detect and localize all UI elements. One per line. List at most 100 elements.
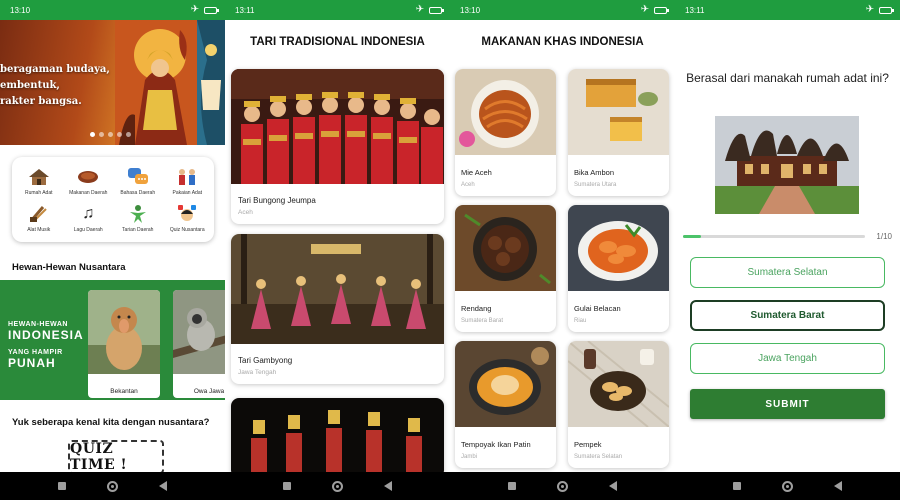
battery-icon — [429, 6, 444, 14]
food-region: Aceh — [461, 182, 475, 188]
quiz-time-banner[interactable]: QUIZ TIME ! — [68, 440, 164, 474]
quiz-progress-label: 1/10 — [876, 232, 892, 241]
fauna-section-title: Hewan-Hewan Nusantara — [12, 262, 126, 273]
back-icon[interactable] — [608, 481, 617, 491]
menu-item-rumah-adat[interactable]: Rumah Adat — [14, 162, 64, 200]
fauna-carousel[interactable]: HEWAN-HEWAN INDONESIA YANG HAMPIR PUNAH … — [0, 280, 225, 400]
dance-card[interactable] — [231, 398, 444, 478]
submit-button[interactable]: SUBMIT — [690, 389, 885, 419]
carousel-dot[interactable] — [99, 132, 104, 137]
back-icon[interactable] — [383, 481, 392, 491]
music-instrument-icon — [28, 203, 50, 225]
tari-bungong-jeumpa-image — [231, 69, 444, 184]
music-note-icon: ♫ — [82, 205, 95, 223]
hero-line-2: embentuk, — [0, 80, 60, 91]
fauna-name: Bekantan — [110, 387, 138, 395]
back-icon[interactable] — [158, 481, 167, 491]
gulai-belacan-image — [568, 205, 669, 291]
rumah-gadang-image — [715, 116, 859, 214]
dance-card[interactable]: Tari Bungong Jeumpa Aceh — [231, 69, 444, 224]
food-card[interactable]: Tempoyak Ikan Patin Jambi — [455, 341, 556, 468]
back-icon[interactable] — [833, 481, 842, 491]
food-region: Jambi — [461, 454, 478, 460]
food-card[interactable]: Gulai Belacan Riau — [568, 205, 669, 332]
menu-item-bahasa-daerah[interactable]: Bahasa Daerah — [113, 162, 163, 200]
home-icon[interactable] — [556, 480, 568, 492]
quiz-progress-bar — [683, 235, 865, 238]
house-icon — [28, 166, 50, 188]
food-name: Pempek — [574, 440, 602, 449]
culture-illustration — [115, 20, 225, 145]
menu-label: Rumah Adat — [24, 189, 53, 196]
menu-item-pakaian-adat[interactable]: Pakaian Adat — [163, 162, 213, 200]
menu-label: Pakaian Adat — [172, 189, 202, 196]
dance-image — [231, 398, 444, 478]
fauna-card[interactable]: Owa Jawa — [173, 290, 225, 398]
food-name: Rendang — [461, 304, 492, 313]
recent-apps-icon[interactable] — [58, 482, 67, 490]
food-list-screen: 13:10 ✈ MAKANAN KHAS INDONESIA Mie Aceh … — [450, 0, 675, 500]
carousel-dot[interactable] — [117, 132, 122, 137]
mie-aceh-image — [455, 69, 556, 155]
quiz-screen: 13:11 ✈ Berasal dari manakah rumah adat … — [675, 0, 900, 500]
carousel-dot[interactable] — [108, 132, 113, 137]
menu-item-alat-musik[interactable]: Alat Musik — [14, 200, 64, 238]
carousel-dot[interactable] — [126, 132, 131, 137]
android-nav-bar — [675, 472, 900, 500]
rendang-image — [455, 205, 556, 291]
dance-name: Tari Gambyong — [238, 356, 293, 365]
hero-tagline: beragaman budaya, embentuk, rakter bangs… — [0, 62, 110, 110]
recent-apps-icon[interactable] — [508, 482, 517, 490]
menu-label: Makanan Daerah — [69, 189, 108, 196]
fauna-banner-line: PUNAH — [8, 356, 56, 370]
fauna-card[interactable]: Bekantan — [88, 290, 160, 398]
answer-option-sumatera-barat[interactable]: Sumatera Barat — [690, 300, 885, 331]
quiz-question: Berasal dari manakah rumah adat ini? — [686, 71, 889, 85]
menu-label: Tarian Daerah — [122, 227, 154, 234]
dance-list-screen: 13:11 ✈ TARI TRADISIONAL INDONESIA Tari … — [225, 0, 450, 500]
food-card[interactable]: Pempek Sumatera Selatan — [568, 341, 669, 468]
menu-label: Quiz Nusantara — [169, 227, 205, 234]
recent-apps-icon[interactable] — [283, 482, 292, 490]
food-region: Sumatera Selatan — [574, 454, 623, 460]
battery-icon — [654, 6, 669, 14]
status-bar: 13:10 ✈ — [0, 0, 225, 20]
airplane-mode-icon: ✈ — [640, 4, 649, 15]
page-title: MAKANAN KHAS INDONESIA — [481, 36, 644, 48]
food-card[interactable]: Bika Ambon Sumatera Utara — [568, 69, 669, 196]
home-icon[interactable] — [106, 480, 118, 492]
menu-item-makanan-daerah[interactable]: Makanan Daerah — [64, 162, 114, 200]
recent-apps-icon[interactable] — [733, 482, 742, 490]
menu-item-quiz-nusantara[interactable]: Quiz Nusantara — [163, 200, 213, 238]
hero-line-3: rakter bangsa. — [0, 96, 82, 107]
menu-item-tarian-daerah[interactable]: Tarian Daerah — [113, 200, 163, 238]
android-nav-bar — [0, 472, 225, 500]
tempoyak-ikan-patin-image — [455, 341, 556, 427]
fauna-banner-line: INDONESIA — [8, 328, 84, 342]
dance-region: Jawa Tengah — [238, 369, 277, 376]
fauna-banner-title: HEWAN-HEWAN INDONESIA YANG HAMPIR PUNAH — [8, 320, 84, 370]
food-region: Riau — [574, 318, 587, 324]
food-region: Sumatera Utara — [574, 182, 617, 188]
food-name: Mie Aceh — [461, 168, 492, 177]
food-bowl-icon — [77, 166, 99, 188]
page-title: TARI TRADISIONAL INDONESIA — [250, 36, 425, 48]
home-icon[interactable] — [331, 480, 343, 492]
answer-option-jawa-tengah[interactable]: Jawa Tengah — [690, 343, 885, 374]
dance-card[interactable]: Tari Gambyong Jawa Tengah — [231, 234, 444, 384]
speech-bubble-icon — [127, 166, 149, 188]
pempek-image — [568, 341, 669, 428]
food-card[interactable]: Rendang Sumatera Barat — [455, 205, 556, 332]
home-icon[interactable] — [781, 480, 793, 492]
tari-gambyong-image — [231, 234, 444, 344]
carousel-dot[interactable] — [90, 132, 95, 137]
bika-ambon-image — [568, 69, 669, 155]
answer-option-sumatera-selatan[interactable]: Sumatera Selatan — [690, 257, 885, 288]
quiz-person-icon — [176, 203, 198, 225]
app-screens: 13:10 ✈ beragaman budaya, embentuk, rakt… — [0, 0, 900, 500]
hero-carousel[interactable]: beragaman budaya, embentuk, rakter bangs… — [0, 20, 225, 145]
battery-low-icon — [879, 6, 894, 14]
food-card[interactable]: Mie Aceh Aceh — [455, 69, 556, 196]
menu-item-lagu-daerah[interactable]: ♫ Lagu Daerah — [64, 200, 114, 238]
hero-line-1: beragaman budaya, — [0, 64, 110, 75]
